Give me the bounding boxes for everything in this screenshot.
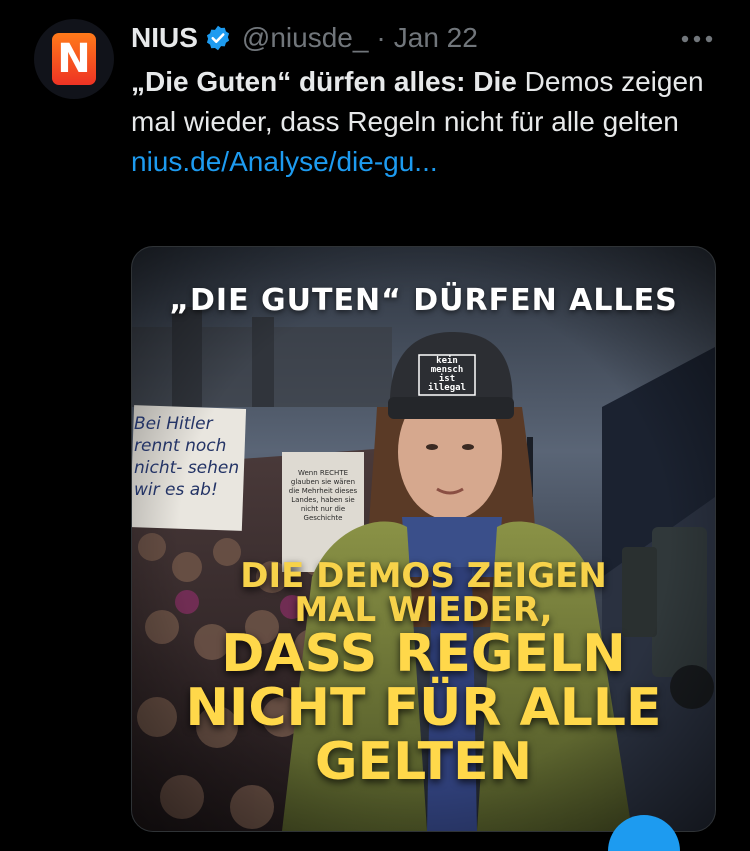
user-handle[interactable]: @niusde_	[242, 22, 369, 54]
caption-line-2: MAL WIEDER,	[294, 590, 553, 630]
verified-badge-icon	[204, 24, 232, 52]
avatar-letter: N	[57, 36, 91, 82]
protest-sign-left-text: Bei Hitler rennt noch nicht- sehen wir e…	[134, 414, 240, 500]
beanie-label: kein mensch ist illegal	[428, 356, 466, 393]
tweet-text-bold: „Die Guten“ dürfen alles: Die	[131, 66, 517, 97]
separator-dot: ·	[376, 22, 386, 53]
avatar[interactable]: N	[34, 19, 114, 99]
caption-line-1: DIE DEMOS ZEIGEN	[240, 556, 607, 596]
protest-sign-left: Bei Hitler rennt noch nicht- sehen wir e…	[134, 413, 242, 501]
nius-logo: N	[52, 33, 96, 85]
tweet-date[interactable]: Jan 22	[394, 22, 478, 54]
protest-sign-right: Wenn RECHTE glauben sie wären die Mehrhe…	[285, 469, 361, 523]
caption-line-3: DASS REGELN	[221, 624, 626, 684]
more-options-icon[interactable]	[680, 24, 714, 54]
tweet[interactable]: N NIUS @niusde_ · Jan 22 „Die Guten“ dür…	[0, 0, 750, 851]
image-caption: DIE DEMOS ZEIGEN MAL WIEDER, DASS REGELN…	[132, 559, 715, 789]
tweet-header: NIUS @niusde_ · Jan 22	[131, 18, 478, 58]
tweet-text: „Die Guten“ dürfen alles: Die Demos zeig…	[131, 62, 711, 182]
caption-line-5: GELTEN	[314, 732, 533, 792]
image-title: „DIE GUTEN“ DÜRFEN ALLES	[169, 283, 678, 318]
tweet-image[interactable]: Bei Hitler rennt noch nicht- sehen wir e…	[131, 246, 716, 832]
protest-sign-right-text: Wenn RECHTE glauben sie wären die Mehrhe…	[288, 469, 358, 522]
article-link[interactable]: nius.de/Analyse/die-gu...	[131, 142, 711, 182]
caption-line-4: NICHT FÜR ALLE	[185, 678, 662, 738]
display-name[interactable]: NIUS	[131, 22, 198, 54]
